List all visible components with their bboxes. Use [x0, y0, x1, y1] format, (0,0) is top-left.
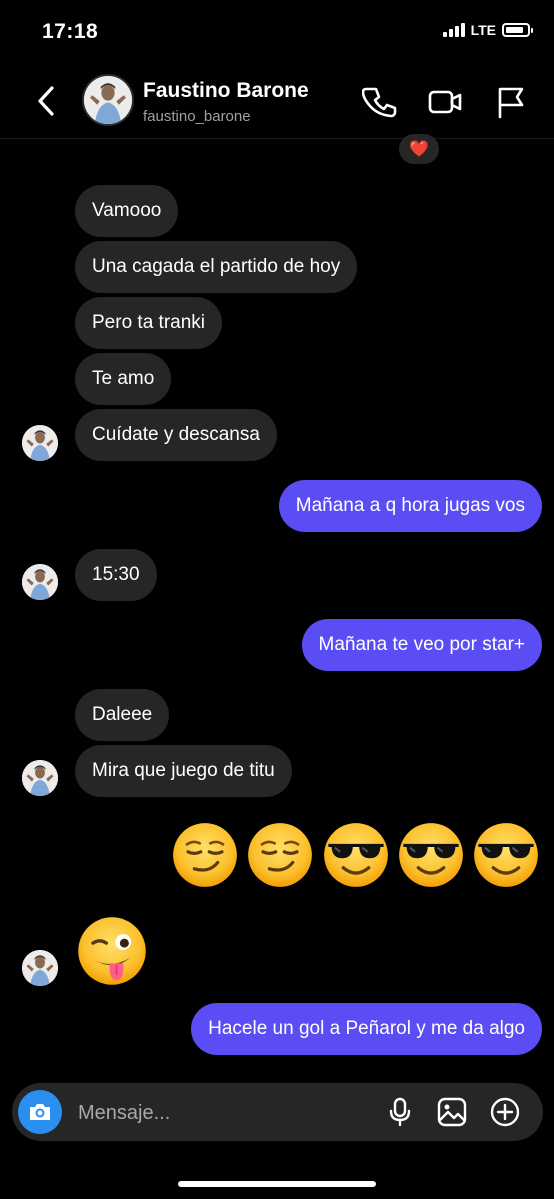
smirk-emoji-icon[interactable] — [246, 821, 314, 889]
gallery-icon[interactable] — [436, 1096, 468, 1128]
message-incoming[interactable]: 15:30 — [75, 549, 157, 601]
sunglasses-emoji-icon[interactable] — [322, 821, 390, 889]
winking-tongue-emoji-icon[interactable] — [76, 915, 148, 987]
video-camera-icon[interactable] — [427, 84, 463, 120]
add-icon[interactable] — [489, 1096, 521, 1128]
message-outgoing[interactable]: Mañana a q hora jugas vos — [278, 480, 542, 532]
contact-name[interactable]: Faustino Barone — [143, 79, 309, 103]
status-time: 17:18 — [42, 20, 99, 43]
heart-reaction[interactable]: ❤️ — [399, 134, 439, 164]
sender-avatar[interactable] — [22, 950, 58, 986]
message-incoming[interactable]: Pero ta tranki — [75, 297, 222, 349]
sender-avatar[interactable] — [22, 564, 58, 600]
message-incoming[interactable]: Te amo — [75, 353, 172, 405]
contact-avatar[interactable] — [82, 74, 134, 126]
smirk-emoji-icon[interactable] — [171, 821, 239, 889]
sender-avatar[interactable] — [22, 760, 58, 796]
back-chevron-icon[interactable] — [30, 80, 64, 122]
network-type: LTE — [470, 22, 496, 38]
message-incoming[interactable]: Vamooo — [75, 185, 179, 237]
camera-icon — [30, 1104, 50, 1120]
message-incoming[interactable]: Mira que juego de titu — [75, 745, 292, 797]
message-outgoing[interactable]: Mañana te veo por star+ — [301, 619, 542, 671]
battery-icon — [502, 23, 533, 37]
message-input[interactable] — [76, 1095, 340, 1131]
status-indicators: LTE — [442, 22, 533, 38]
chat-header: Faustino Barone faustino_barone — [0, 66, 554, 139]
microphone-icon[interactable] — [384, 1096, 416, 1128]
sender-avatar[interactable] — [22, 425, 58, 461]
message-incoming[interactable]: Cuídate y descansa — [75, 409, 277, 461]
home-indicator[interactable] — [178, 1181, 376, 1187]
contact-handle[interactable]: faustino_barone — [143, 108, 251, 125]
signal-icon — [442, 23, 465, 37]
message-outgoing[interactable]: Hacele un gol a Peñarol y me da algo — [191, 1003, 542, 1055]
message-incoming[interactable]: Una cagada el partido de hoy — [75, 241, 358, 293]
phone-icon[interactable] — [362, 84, 398, 120]
status-bar: 17:18 LTE — [0, 0, 554, 66]
message-composer — [12, 1083, 543, 1141]
camera-button[interactable] — [18, 1090, 62, 1134]
flag-icon[interactable] — [493, 84, 529, 120]
sunglasses-emoji-icon[interactable] — [397, 821, 465, 889]
message-incoming[interactable]: Daleee — [75, 689, 170, 741]
sunglasses-emoji-icon[interactable] — [472, 821, 540, 889]
